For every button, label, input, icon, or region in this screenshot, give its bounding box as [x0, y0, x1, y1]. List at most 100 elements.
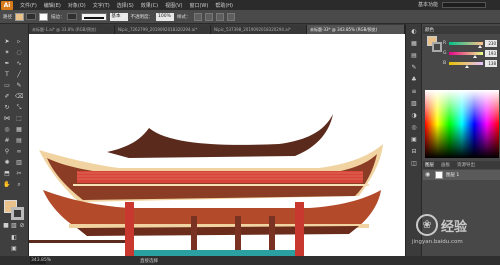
transparency-icon[interactable]: ◑: [410, 112, 418, 120]
channel-r-knob[interactable]: [477, 45, 482, 48]
zoom-tool-icon[interactable]: ⌕: [15, 181, 23, 189]
transform-icon[interactable]: [226, 12, 235, 21]
tab-document-3[interactable]: Nipic_537398_2019092018320294.ai*: [211, 25, 307, 34]
menu-edit[interactable]: 编辑(E): [44, 2, 61, 9]
upper-roof-silhouette: [107, 114, 333, 158]
roof-highlight-line: [73, 184, 369, 186]
color-panel-icon[interactable]: ◐: [410, 28, 418, 36]
layer-name[interactable]: 图层 1: [446, 172, 459, 178]
free-transform-tool-icon[interactable]: ⬚: [15, 115, 23, 123]
column-graph-tool-icon[interactable]: ▥: [15, 159, 23, 167]
channel-g-value[interactable]: 193: [485, 50, 497, 57]
recolor-icon[interactable]: [204, 12, 213, 21]
gradient-tool-icon[interactable]: ▤: [15, 137, 23, 145]
menu-view[interactable]: 视图(V): [165, 2, 182, 9]
opacity-field[interactable]: 100%: [156, 12, 174, 21]
align-icon[interactable]: [215, 12, 224, 21]
menu-help[interactable]: 帮助(H): [215, 2, 233, 9]
eyedropper-tool-icon[interactable]: ⚲: [3, 148, 11, 156]
color-spectrum[interactable]: [425, 90, 499, 158]
stroke-color-swatch[interactable]: [11, 207, 24, 220]
stroke-panel-icon[interactable]: ≡: [410, 88, 418, 96]
paintbrush-tool-icon[interactable]: ✎: [15, 82, 23, 90]
fill-swatch-control[interactable]: [15, 12, 24, 21]
graphic-styles-icon[interactable]: ▣: [410, 136, 418, 144]
mesh-tool-icon[interactable]: #: [3, 137, 11, 145]
stroke-label: 描边：: [51, 14, 65, 20]
scale-tool-icon[interactable]: ⤡: [15, 104, 23, 112]
toolbox: ➤ ▹ ✶ ◌ ✒ ∿ T ╱ ▭ ✎ ✐ ⌫ ↻ ⤡ ⋈ ⬚ ◎ ▦ # ▤ …: [0, 24, 29, 256]
fill-dropdown[interactable]: [26, 13, 36, 20]
rotate-tool-icon[interactable]: ↻: [3, 104, 11, 112]
slice-tool-icon[interactable]: ✂: [15, 170, 23, 178]
appearance-icon[interactable]: ◎: [410, 124, 418, 132]
align-panel-icon[interactable]: ⊟: [410, 148, 418, 156]
channel-g-slider[interactable]: [449, 52, 483, 55]
menu-type[interactable]: 文字(T): [93, 2, 110, 9]
channel-b-value[interactable]: 138: [485, 60, 497, 67]
document-tabs: 未标题-1.ai* @ 33.8% (RGB/预览) Nipic_7262799…: [29, 25, 405, 34]
line-tool-icon[interactable]: ╱: [15, 71, 23, 79]
visibility-eye-icon[interactable]: ◉: [425, 171, 430, 178]
perspective-grid-tool-icon[interactable]: ▦: [15, 126, 23, 134]
blend-tool-icon[interactable]: ∞: [15, 148, 23, 156]
workspace-switcher[interactable]: 基本功能: [418, 1, 438, 8]
color-tab[interactable]: 颜色: [425, 27, 434, 33]
lasso-tool-icon[interactable]: ◌: [15, 49, 23, 57]
color-guide-icon[interactable]: ▦: [410, 40, 418, 48]
search-input[interactable]: [442, 2, 486, 8]
tab-layers[interactable]: 图层: [425, 162, 434, 168]
symbol-sprayer-tool-icon[interactable]: ✺: [3, 159, 11, 167]
curvature-tool-icon[interactable]: ∿: [15, 60, 23, 68]
tab-asset-export[interactable]: 资源导出: [457, 162, 475, 168]
hand-tool-icon[interactable]: ✋: [3, 181, 11, 189]
pillar-left: [125, 202, 134, 256]
color-mode-icon[interactable]: ■: [2, 222, 10, 230]
layers-panel-icon[interactable]: ◫: [410, 160, 418, 168]
symbols-icon[interactable]: ♣: [410, 76, 418, 84]
paw-logo-icon: ❀: [416, 214, 438, 236]
style-label: 样式：: [177, 14, 191, 20]
pen-tool-icon[interactable]: ✒: [3, 60, 11, 68]
menu-effect[interactable]: 效果(C): [141, 2, 158, 9]
none-mode-icon[interactable]: ⊘: [18, 222, 26, 230]
layer-row[interactable]: ◉ 图层 1: [423, 170, 500, 180]
draw-mode-icon[interactable]: ◧: [10, 234, 18, 242]
gradient-panel-icon[interactable]: ▧: [410, 100, 418, 108]
stroke-profile-preview[interactable]: [80, 12, 107, 21]
type-tool-icon[interactable]: T: [3, 71, 11, 79]
rectangle-tool-icon[interactable]: ▭: [3, 82, 11, 90]
selection-tool-icon[interactable]: ➤: [3, 38, 11, 46]
eraser-tool-icon[interactable]: ⌫: [15, 93, 23, 101]
tab-document-2[interactable]: Nipic_7262799_2019092018320294.ai*: [115, 25, 211, 34]
artboard-canvas[interactable]: [29, 34, 405, 256]
direct-selection-tool-icon[interactable]: ▹: [15, 38, 23, 46]
channel-g-knob[interactable]: [472, 55, 477, 58]
tab-artboards[interactable]: 画板: [441, 162, 450, 168]
stroke-weight-dropdown[interactable]: [66, 13, 77, 20]
panel-stroke-swatch[interactable]: [432, 42, 442, 52]
magic-wand-tool-icon[interactable]: ✶: [3, 49, 11, 57]
artboard-tool-icon[interactable]: ⬒: [3, 170, 11, 178]
stroke-swatch-control[interactable]: [39, 12, 48, 21]
shape-builder-tool-icon[interactable]: ◎: [3, 126, 11, 134]
menu-object[interactable]: 对象(O): [68, 2, 86, 9]
channel-b-knob[interactable]: [465, 65, 470, 68]
channel-r: R 230: [443, 40, 497, 48]
menu-file[interactable]: 文件(F): [20, 2, 37, 9]
channel-b-label: B: [443, 61, 447, 66]
zoom-level-field[interactable]: 343.85%: [30, 257, 51, 264]
shaper-tool-icon[interactable]: ✐: [3, 93, 11, 101]
channel-r-value[interactable]: 230: [485, 40, 497, 47]
gradient-mode-icon[interactable]: ▧: [10, 222, 18, 230]
brushes-icon[interactable]: ✎: [410, 64, 418, 72]
brush-definition-field[interactable]: 基本: [109, 12, 128, 21]
menu-select[interactable]: 选择(S): [117, 2, 134, 9]
screen-mode-icon[interactable]: ▣: [10, 245, 18, 253]
width-tool-icon[interactable]: ⋈: [3, 115, 11, 123]
tab-document-1[interactable]: 未标题-1.ai* @ 33.8% (RGB/预览): [29, 25, 115, 34]
swatches-icon[interactable]: ▤: [410, 52, 418, 60]
style-swatch[interactable]: [193, 12, 202, 21]
tab-document-active[interactable]: 未标题-33* @ 343.85% (RGB/预览): [307, 25, 405, 34]
menu-window[interactable]: 窗口(W): [189, 2, 208, 9]
